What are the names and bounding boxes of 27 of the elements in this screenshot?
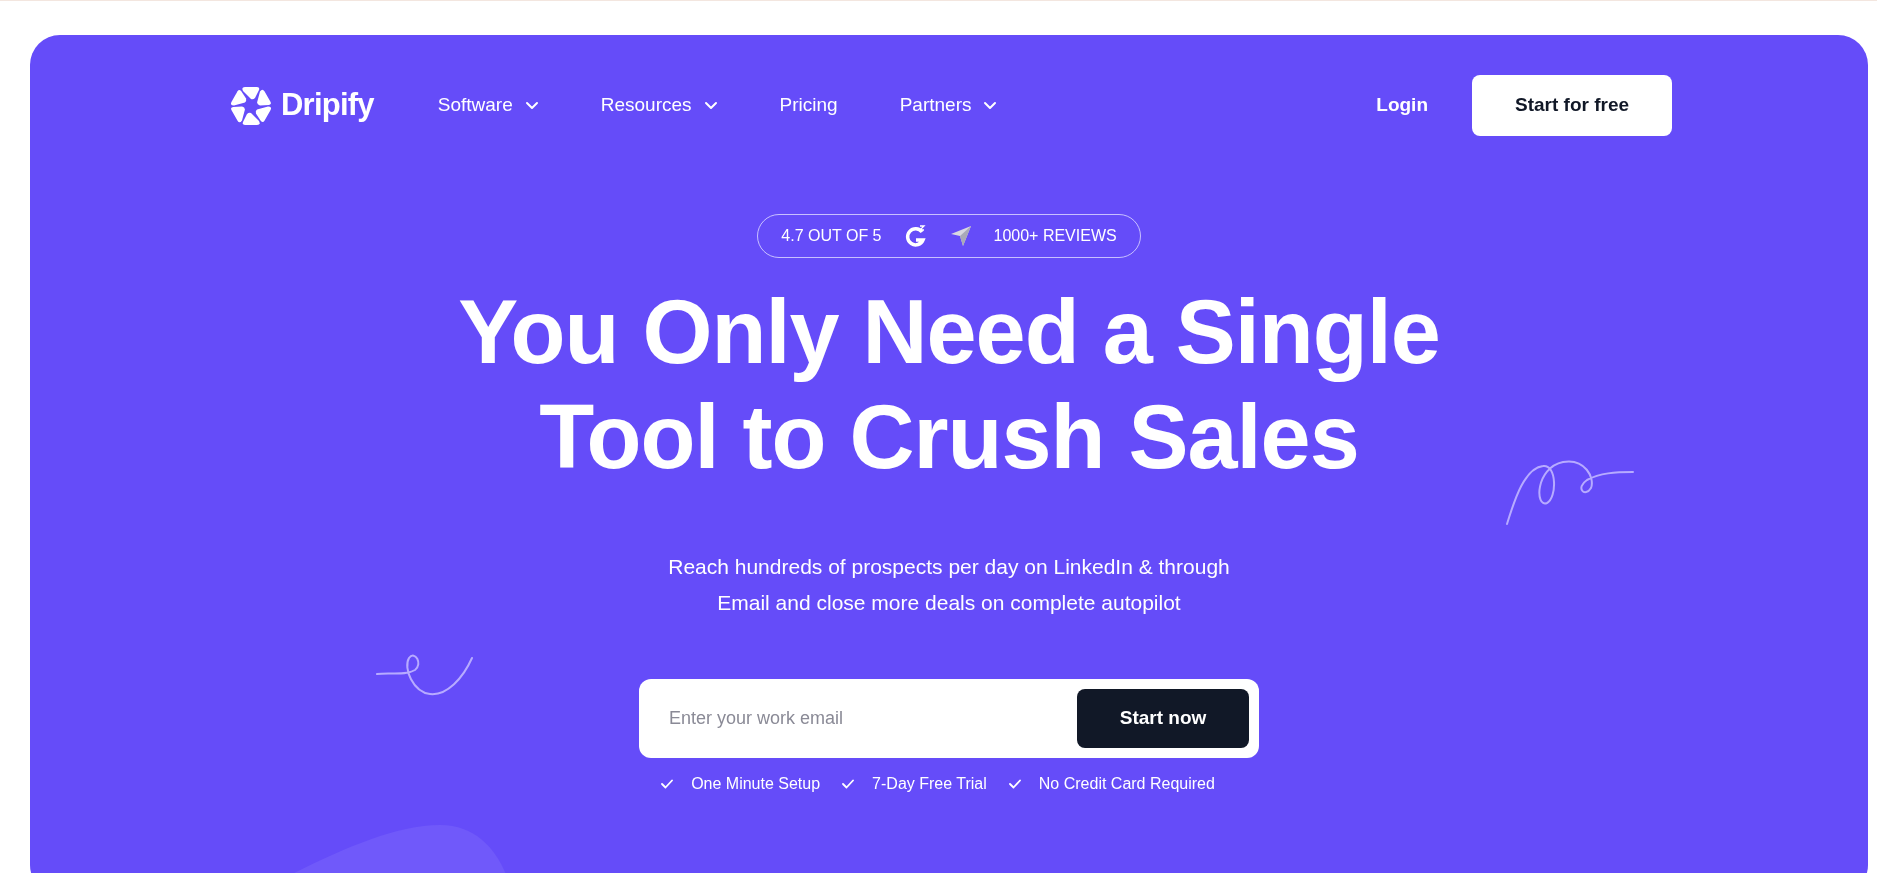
check-icon (661, 779, 674, 789)
headline: Tool to Crush Sales (539, 386, 1359, 489)
rating-score: 4.7 OUT OF 5 (781, 226, 882, 246)
subtitle: Email and close more deals on complete autopilot (717, 590, 1181, 616)
perk-label: 7-Day Free Trial (872, 774, 987, 794)
start-now-button[interactable]: Start now (1077, 689, 1249, 748)
headline: You Only Need a Single (458, 281, 1440, 384)
login-link[interactable]: Login (1376, 91, 1428, 120)
nav-link[interactable]: Software (437, 91, 539, 120)
nav-link[interactable]: Pricing (779, 91, 838, 120)
perk-label: No Credit Card Required (1038, 774, 1215, 794)
chevron-down-icon (983, 101, 998, 110)
subtitle: Reach hundreds of prospects per day on LinkedIn & through (668, 554, 1230, 580)
chevron-down-icon (524, 101, 539, 110)
nav-link[interactable]: Resources (600, 91, 718, 120)
paper-plane-icon (949, 225, 972, 247)
g2-logo-icon (903, 224, 928, 248)
review-count: 1000+ REVIEWS (993, 226, 1117, 246)
chevron-down-icon (703, 101, 718, 110)
nav-link[interactable]: Partners (899, 91, 998, 120)
brand-name: Dripify (281, 86, 374, 125)
email-signup-field[interactable]: Enter your work email Start now (639, 679, 1259, 758)
logo-icon (229, 84, 273, 127)
start-for-free-button[interactable]: Start for free (1472, 75, 1672, 136)
check-icon (1008, 779, 1021, 789)
perk-label: One Minute Setup (691, 774, 821, 794)
check-icon (842, 779, 855, 789)
